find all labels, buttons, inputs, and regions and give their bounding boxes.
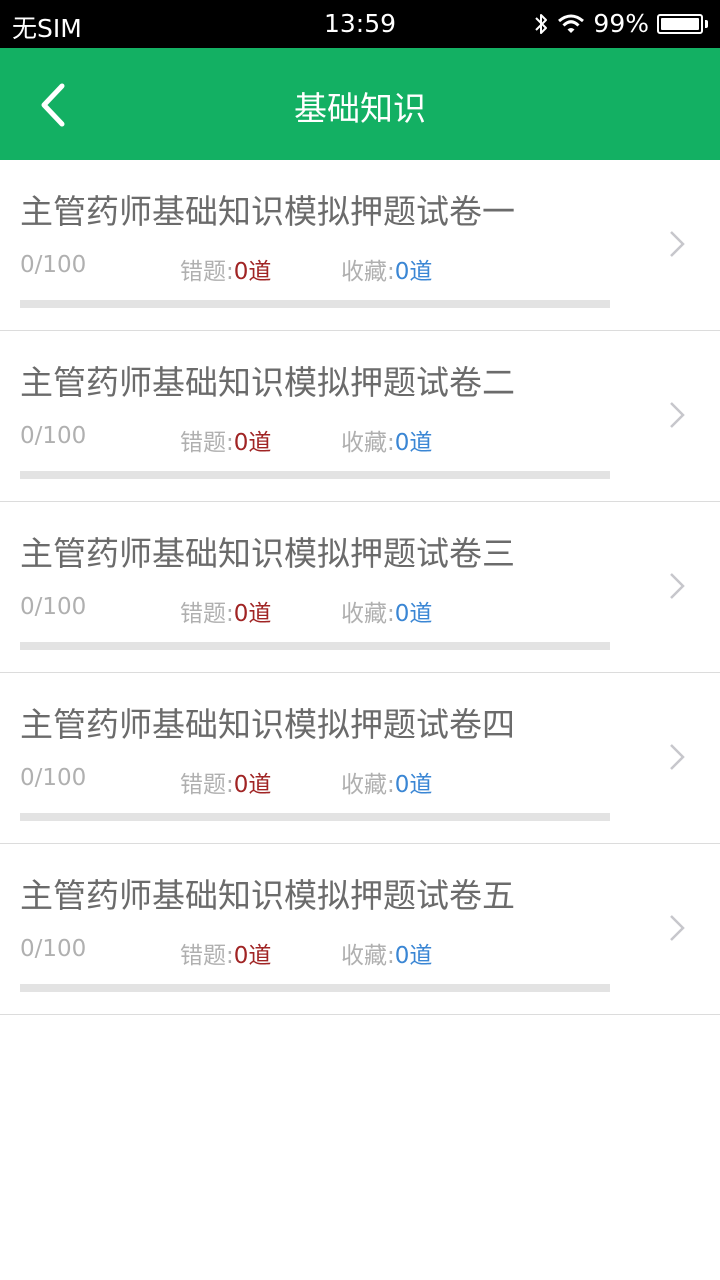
wrong-value: 0道 xyxy=(233,943,272,969)
wrong-value: 0道 xyxy=(233,259,272,285)
wrong-value: 0道 xyxy=(233,601,272,627)
exam-list: 主管药师基础知识模拟押题试卷一 0/100 错题:0道 收藏:0道 主管药师基础… xyxy=(0,160,720,1015)
battery-level xyxy=(661,17,699,30)
wrong-stat: 错题:0道 xyxy=(180,252,271,286)
progress-bar xyxy=(20,984,610,992)
progress-count: 0/100 xyxy=(20,765,87,791)
list-item[interactable]: 主管药师基础知识模拟押题试卷三 0/100 错题:0道 收藏:0道 xyxy=(0,502,720,673)
favorite-value: 0道 xyxy=(394,772,433,798)
chevron-right-icon xyxy=(670,231,685,257)
wrong-value: 0道 xyxy=(233,430,272,456)
favorite-stat: 收藏:0道 xyxy=(341,252,432,286)
status-bar: 无SIM 13:59 99% xyxy=(0,0,720,48)
wifi-icon xyxy=(557,13,585,35)
wrong-stat: 错题:0道 xyxy=(180,594,271,628)
progress-count: 0/100 xyxy=(20,252,87,278)
list-item[interactable]: 主管药师基础知识模拟押题试卷二 0/100 错题:0道 收藏:0道 xyxy=(0,331,720,502)
favorite-stat: 收藏:0道 xyxy=(341,423,432,457)
wrong-label: 错题: xyxy=(180,943,234,969)
progress-count: 0/100 xyxy=(20,594,87,620)
battery-tip xyxy=(705,19,708,28)
wrong-label: 错题: xyxy=(180,772,234,798)
wrong-value: 0道 xyxy=(233,772,272,798)
favorite-label: 收藏: xyxy=(341,601,395,627)
progress-count: 0/100 xyxy=(20,936,87,962)
chevron-right-icon xyxy=(670,744,685,770)
favorite-label: 收藏: xyxy=(341,943,395,969)
chevron-right-icon xyxy=(670,573,685,599)
favorite-value: 0道 xyxy=(394,943,433,969)
status-right-group: 99% xyxy=(533,9,708,38)
exam-title: 主管药师基础知识模拟押题试卷二 xyxy=(20,363,515,402)
wrong-stat: 错题:0道 xyxy=(180,423,271,457)
favorite-label: 收藏: xyxy=(341,430,395,456)
chevron-right-icon xyxy=(670,915,685,941)
exam-title: 主管药师基础知识模拟押题试卷一 xyxy=(20,192,515,231)
favorite-label: 收藏: xyxy=(341,259,395,285)
progress-bar xyxy=(20,813,610,821)
wrong-label: 错题: xyxy=(180,430,234,456)
wrong-label: 错题: xyxy=(180,601,234,627)
favorite-stat: 收藏:0道 xyxy=(341,936,432,970)
battery-percent: 99% xyxy=(593,9,649,38)
list-item[interactable]: 主管药师基础知识模拟押题试卷五 0/100 错题:0道 收藏:0道 xyxy=(0,844,720,1015)
wrong-stat: 错题:0道 xyxy=(180,936,271,970)
favorite-label: 收藏: xyxy=(341,772,395,798)
favorite-value: 0道 xyxy=(394,430,433,456)
wrong-label: 错题: xyxy=(180,259,234,285)
progress-bar xyxy=(20,300,610,308)
nav-bar: 基础知识 xyxy=(0,48,720,160)
chevron-right-icon xyxy=(670,402,685,428)
wrong-stat: 错题:0道 xyxy=(180,765,271,799)
favorite-stat: 收藏:0道 xyxy=(341,765,432,799)
battery-icon xyxy=(657,13,703,34)
favorite-value: 0道 xyxy=(394,259,433,285)
bluetooth-icon xyxy=(533,11,549,37)
list-item[interactable]: 主管药师基础知识模拟押题试卷四 0/100 错题:0道 收藏:0道 xyxy=(0,673,720,844)
exam-title: 主管药师基础知识模拟押题试卷四 xyxy=(20,705,515,744)
favorite-stat: 收藏:0道 xyxy=(341,594,432,628)
list-item[interactable]: 主管药师基础知识模拟押题试卷一 0/100 错题:0道 收藏:0道 xyxy=(0,160,720,331)
favorite-value: 0道 xyxy=(394,601,433,627)
page-title: 基础知识 xyxy=(294,89,426,128)
exam-title: 主管药师基础知识模拟押题试卷三 xyxy=(20,534,515,573)
progress-count: 0/100 xyxy=(20,423,87,449)
progress-bar xyxy=(20,471,610,479)
progress-bar xyxy=(20,642,610,650)
exam-title: 主管药师基础知识模拟押题试卷五 xyxy=(20,876,515,915)
